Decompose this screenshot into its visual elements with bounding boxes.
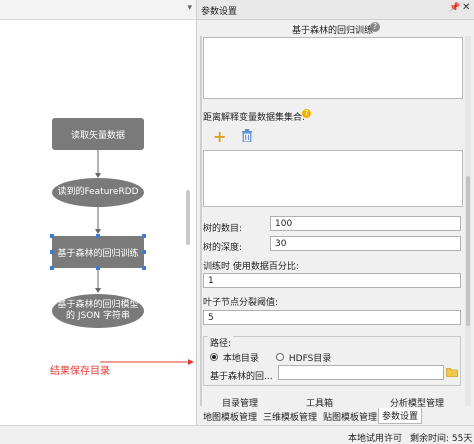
leaf-split-label: 叶子节点分裂阈值: bbox=[203, 298, 279, 308]
description-box bbox=[203, 37, 463, 99]
left-rule bbox=[200, 36, 202, 406]
resize-handle[interactable] bbox=[50, 266, 54, 270]
resize-handle[interactable] bbox=[142, 234, 146, 238]
node-rf-training-label: 基于森林的回归训练 bbox=[57, 248, 139, 259]
panel-header: 参数设置 📌 ✕ bbox=[197, 0, 474, 20]
tree-count-label: 树的数目: bbox=[203, 224, 243, 234]
node-rf-model-json-label: 的 JSON 字符串 bbox=[66, 311, 130, 321]
radio-hdfs-label: HDFS目录 bbox=[288, 354, 332, 364]
tree-depth-input[interactable]: 30 bbox=[270, 236, 461, 251]
status-bar: 本地试用许可 剩余时间: 55天 bbox=[0, 425, 474, 444]
license-status: 本地试用许可 bbox=[348, 434, 403, 444]
tab-texture-template[interactable]: 贴图模板管理 bbox=[320, 409, 380, 424]
panel-title: 参数设置 bbox=[201, 7, 238, 17]
train-percent-input[interactable]: 1 bbox=[203, 273, 461, 288]
parameter-panel: 参数设置 📌 ✕ 基于森林的回归训练 ? 距离解释变量数据集集合: ? + 树的… bbox=[197, 0, 474, 425]
path-group-label: 路径: bbox=[208, 336, 234, 349]
tab-3d-template[interactable]: 三维模板管理 bbox=[260, 409, 320, 424]
dataset-label: 距离解释变量数据集集合: bbox=[203, 113, 306, 123]
remaining-time: 剩余时间: 55天 bbox=[410, 434, 473, 444]
tab-toolbox[interactable]: 工具箱 bbox=[303, 395, 336, 410]
radio-hdfs-dot[interactable] bbox=[276, 353, 284, 361]
add-icon[interactable]: + bbox=[213, 127, 226, 146]
resize-handle[interactable] bbox=[142, 266, 146, 270]
leaf-split-input[interactable]: 5 bbox=[203, 310, 461, 325]
path-label: 基于森林的回... bbox=[210, 372, 273, 382]
node-load-vector[interactable]: 读取矢量数据 bbox=[52, 118, 144, 150]
tab-map-template[interactable]: 地图模板管理 bbox=[200, 409, 260, 424]
node-load-vector-label: 读取矢量数据 bbox=[70, 130, 125, 141]
resize-handle[interactable] bbox=[50, 250, 54, 254]
radio-hdfs[interactable]: HDFS目录 bbox=[276, 351, 331, 364]
node-feature-rdd[interactable]: 读到的FeatureRDD bbox=[52, 178, 144, 207]
node-rf-model-label: 基于森林的回归模型 bbox=[57, 300, 139, 310]
annotation-text: 结果保存目录 bbox=[50, 366, 110, 377]
node-rf-model-json[interactable]: 基于森林的回归模型 的 JSON 字符串 bbox=[52, 294, 144, 328]
tab-catalog[interactable]: 目录管理 bbox=[219, 395, 261, 410]
bottom-tabs: 目录管理 工具箱 分析模型管理 地图模板管理 三维模板管理 贴图模板管理 参数设… bbox=[197, 395, 474, 425]
canvas-scrollbar[interactable] bbox=[186, 190, 190, 245]
model-canvas[interactable]: ▾ 读取矢量数据 读到的FeatureRDD 基于森林的回归训练 基于森林的回归… bbox=[0, 0, 197, 425]
folder-icon[interactable] bbox=[446, 367, 458, 377]
section-title: 基于森林的回归训练 bbox=[292, 26, 374, 36]
resize-handle[interactable] bbox=[96, 234, 100, 238]
resize-handle[interactable] bbox=[96, 266, 100, 270]
trash-icon[interactable] bbox=[241, 129, 253, 142]
tab-parameter-settings[interactable]: 参数设置 bbox=[378, 408, 423, 424]
path-input[interactable] bbox=[278, 365, 444, 380]
node-rf-training[interactable]: 基于森林的回归训练 bbox=[50, 234, 146, 270]
train-percent-label: 训练时 使用数据百分比: bbox=[203, 262, 299, 272]
scrollbar-thumb[interactable] bbox=[466, 176, 470, 326]
vertical-scrollbar[interactable] bbox=[465, 36, 471, 406]
radio-local-label: 本地目录 bbox=[222, 354, 259, 364]
help-icon[interactable]: ? bbox=[302, 109, 311, 118]
radio-local[interactable]: 本地目录 bbox=[210, 351, 259, 364]
node-feature-rdd-label: 读到的FeatureRDD bbox=[57, 187, 139, 197]
tree-count-input[interactable]: 100 bbox=[270, 216, 461, 231]
section-header: 基于森林的回归训练 ? bbox=[197, 19, 474, 37]
close-icon[interactable]: ✕ bbox=[462, 2, 470, 13]
help-icon[interactable]: ? bbox=[370, 22, 380, 32]
path-group: 路径: 本地目录 HDFS目录 基于森林的回... bbox=[203, 336, 461, 386]
pin-icon[interactable]: 📌 bbox=[449, 3, 460, 13]
resize-handle[interactable] bbox=[142, 250, 146, 254]
resize-handle[interactable] bbox=[50, 234, 54, 238]
dataset-list[interactable] bbox=[203, 150, 463, 207]
tree-depth-label: 树的深度: bbox=[203, 243, 243, 253]
radio-local-dot[interactable] bbox=[210, 353, 218, 361]
